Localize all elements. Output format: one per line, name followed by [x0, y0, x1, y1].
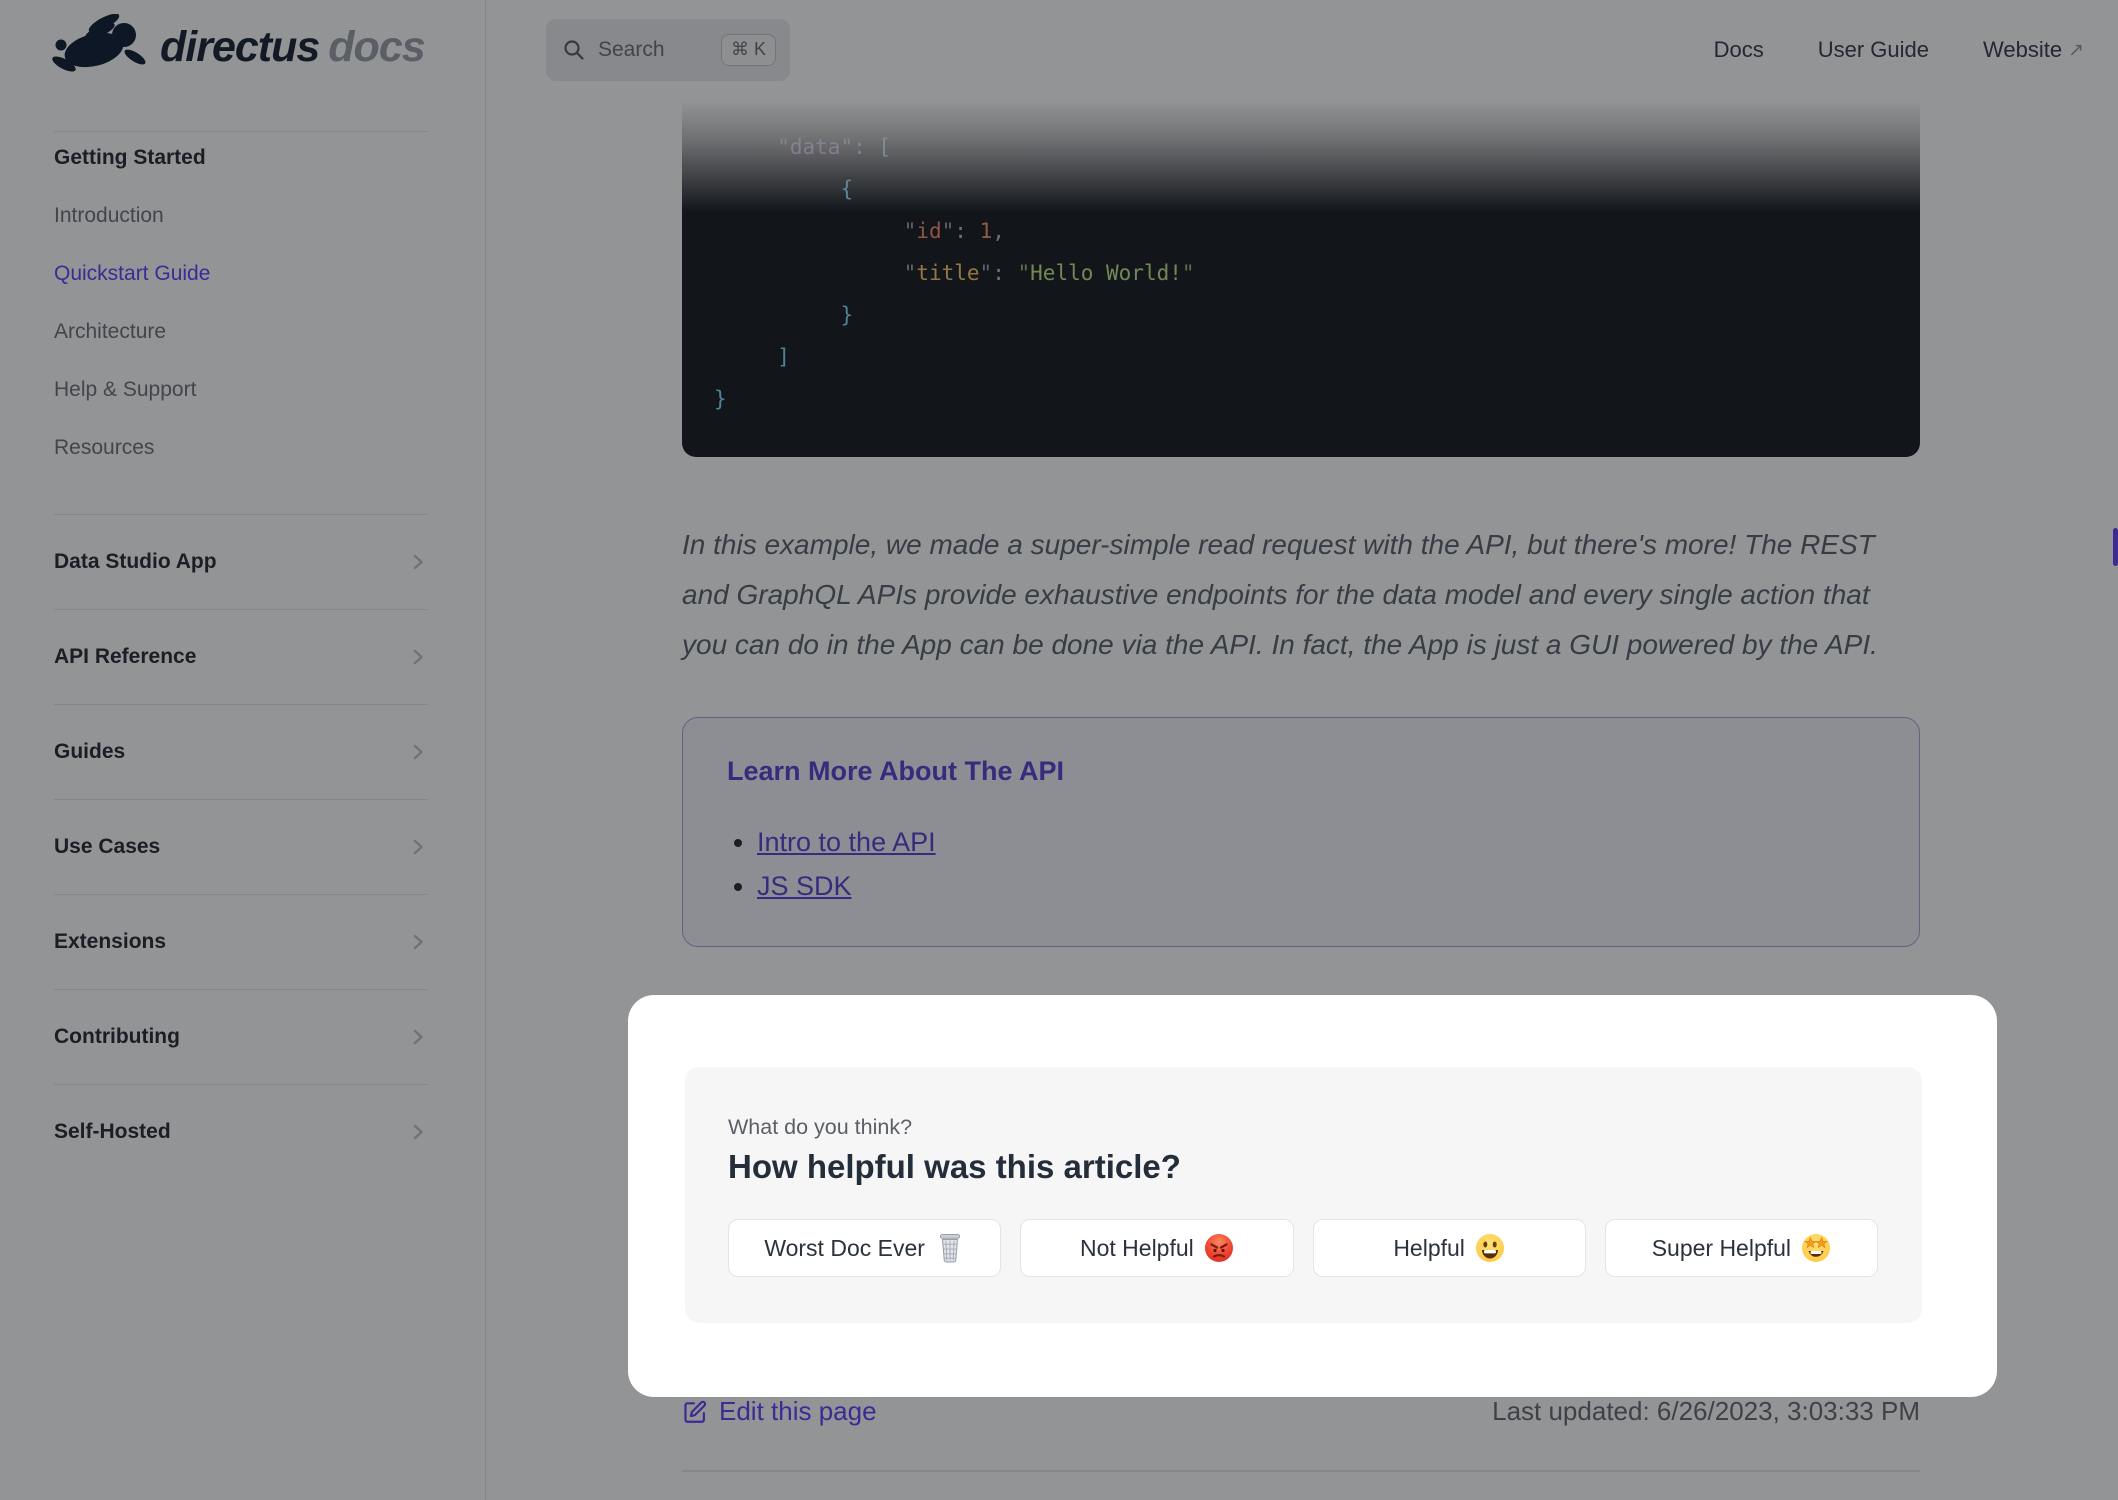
feedback-button-label: Worst Doc Ever [764, 1234, 925, 1261]
sidebar-item-help-support[interactable]: Help & Support [54, 361, 428, 419]
footer-divider [682, 1470, 1920, 1472]
sidebar-item-introduction[interactable]: Introduction [54, 187, 428, 245]
feedback-buttons: Worst Doc Ever Not Helpful Helpful Super… [728, 1219, 1878, 1277]
callout-list-item: Intro to the API [757, 820, 1875, 864]
feedback-button-worst-doc-ever[interactable]: Worst Doc Ever [728, 1219, 1002, 1277]
search-shortcut-badge: ⌘ K [720, 34, 776, 66]
sidebar-section-getting-started: Getting Started Introduction Quickstart G… [54, 131, 428, 477]
sidebar-item-quickstart-guide[interactable]: Quickstart Guide [54, 245, 428, 303]
feedback-card: What do you think? How helpful was this … [685, 1067, 1922, 1323]
scrollbar-thumb[interactable] [2113, 528, 2118, 566]
sidebar-group-label: Guides [54, 740, 126, 763]
search-placeholder: Search [598, 38, 665, 61]
logo-text: directus docs [160, 22, 426, 72]
directus-rabbit-icon [52, 14, 146, 72]
chevron-right-icon [413, 934, 423, 950]
sidebar-items: Introduction Quickstart Guide Architecture… [54, 187, 428, 477]
sidebar-group-api-reference[interactable]: API Reference [54, 609, 428, 704]
chevron-right-icon [413, 1124, 423, 1140]
callout-link-list: Intro to the API JS SDK [727, 820, 1875, 908]
last-updated-text: Last updated: 6/26/2023, 3:03:33 PM [1492, 1396, 1920, 1426]
chevron-right-icon [413, 1029, 423, 1045]
callout-list-item: JS SDK [757, 864, 1875, 908]
sidebar-group-label: Use Cases [54, 835, 161, 858]
nav-link-label: Website [1983, 37, 2063, 62]
nav-link-docs[interactable]: Docs [1714, 37, 1764, 63]
sidebar-group-label: Contributing [54, 1025, 180, 1048]
nav-link-user-guide[interactable]: User Guide [1818, 37, 1929, 63]
feedback-button-super-helpful[interactable]: Super Helpful [1604, 1219, 1878, 1277]
sidebar-group-data-studio-app[interactable]: Data Studio App [54, 514, 428, 609]
sidebar-section-title: Getting Started [54, 146, 206, 169]
callout-link-intro-to-the-api[interactable]: Intro to the API [757, 827, 936, 857]
sidebar-group-extensions[interactable]: Extensions [54, 894, 428, 989]
logo-suffix: docs [328, 22, 425, 71]
callout-link-js-sdk[interactable]: JS SDK [757, 871, 852, 901]
sidebar-nav: Getting Started Introduction Quickstart G… [54, 131, 428, 1179]
edit-this-page-link[interactable]: Edit this page [682, 1396, 877, 1427]
page-footer-row: Edit this page Last updated: 6/26/2023, … [682, 1396, 1920, 1427]
sidebar-group-use-cases[interactable]: Use Cases [54, 799, 428, 894]
page: directus docs Getting Started Introductio… [0, 0, 2118, 1500]
callout-title: Learn More About The API [727, 756, 1065, 786]
feedback-button-not-helpful[interactable]: Not Helpful [1020, 1219, 1294, 1277]
chevron-right-icon [413, 744, 423, 760]
edit-this-page-label: Edit this page [719, 1396, 877, 1426]
top-header: Search ⌘ K Docs User Guide Website ↗ [487, 0, 2118, 100]
nav-link-label: User Guide [1817, 37, 1929, 62]
happy-face-emoji-icon [1475, 1234, 1504, 1262]
trash-emoji-icon [939, 1234, 960, 1263]
logo-brand: directus [160, 22, 320, 71]
star-struck-emoji-icon [1802, 1234, 1831, 1262]
code-block: "data": [ { "id": 1, "title": "Hello Wor… [682, 100, 1920, 457]
feedback-kicker: What do you think? [728, 1115, 913, 1139]
chevron-right-icon [413, 649, 423, 665]
learn-more-callout: Learn More About The API Intro to the AP… [682, 717, 1920, 947]
sidebar-group-label: Data Studio App [54, 550, 217, 573]
sidebar-group-label: Extensions [54, 930, 167, 953]
nav-link-label: Docs [1713, 37, 1764, 62]
article-paragraph: In this example, we made a super-simple … [682, 529, 1878, 660]
top-nav: Docs User Guide Website ↗ [1714, 0, 2084, 100]
feedback-button-label: Not Helpful [1079, 1234, 1194, 1261]
edit-pencil-icon [684, 1400, 707, 1423]
logo[interactable]: directus docs [50, 14, 426, 80]
chevron-right-icon [413, 839, 423, 855]
sidebar-group-label: API Reference [54, 645, 197, 668]
sidebar-group-guides[interactable]: Guides [54, 704, 428, 799]
sidebar-item-resources[interactable]: Resources [54, 419, 428, 477]
search-icon [564, 40, 584, 60]
sidebar-group-contributing[interactable]: Contributing [54, 989, 428, 1084]
sidebar-groups: Data Studio App API Reference Guides Use… [54, 514, 428, 1179]
external-link-arrow-icon: ↗ [2068, 39, 2084, 61]
feedback-button-label: Helpful [1393, 1234, 1465, 1261]
search-input[interactable]: Search ⌘ K [546, 19, 790, 81]
angry-face-emoji-icon [1204, 1234, 1233, 1262]
sidebar: directus docs Getting Started Introductio… [0, 0, 486, 1500]
sidebar-item-architecture[interactable]: Architecture [54, 303, 428, 361]
feedback-question: How helpful was this article? [728, 1148, 1181, 1185]
feedback-button-label: Super Helpful [1651, 1234, 1792, 1261]
sidebar-group-self-hosted[interactable]: Self-Hosted [54, 1084, 428, 1179]
code-content: "data": [ { "id": 1, "title": "Hello Wor… [714, 135, 1195, 411]
chevron-right-icon [413, 554, 423, 570]
nav-link-website[interactable]: Website ↗ [1983, 37, 2084, 63]
sidebar-group-label: Self-Hosted [54, 1120, 171, 1143]
feedback-button-helpful[interactable]: Helpful [1312, 1219, 1586, 1277]
